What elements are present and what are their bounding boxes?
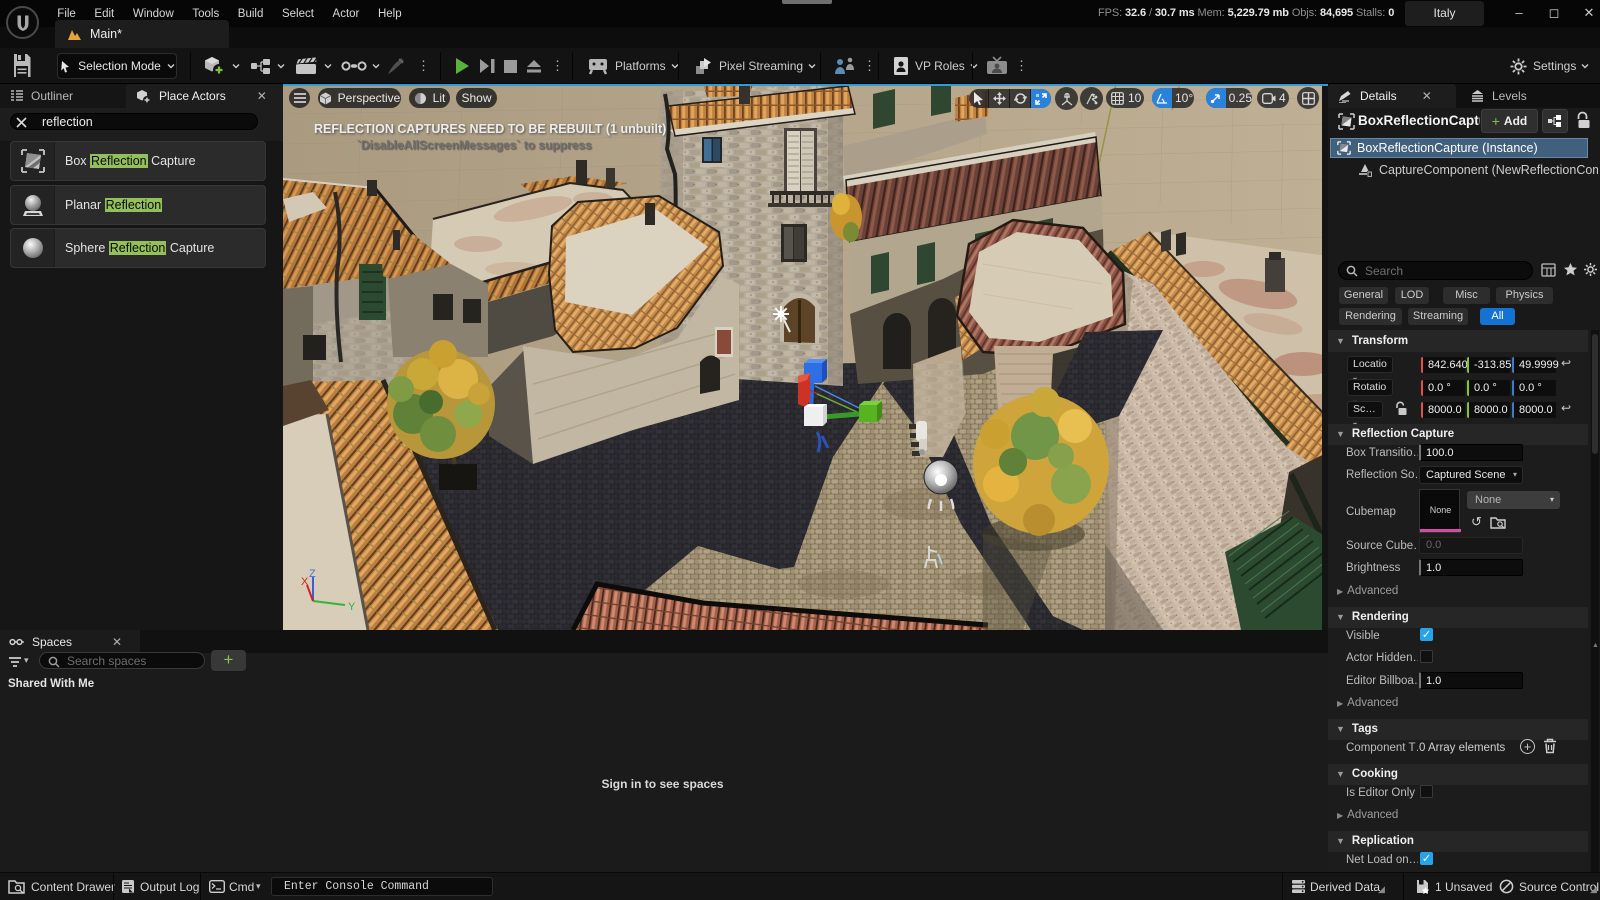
svg-text:Y: Y bbox=[348, 601, 356, 613]
svg-text:Z: Z bbox=[309, 568, 316, 580]
svg-text:X: X bbox=[301, 576, 309, 588]
